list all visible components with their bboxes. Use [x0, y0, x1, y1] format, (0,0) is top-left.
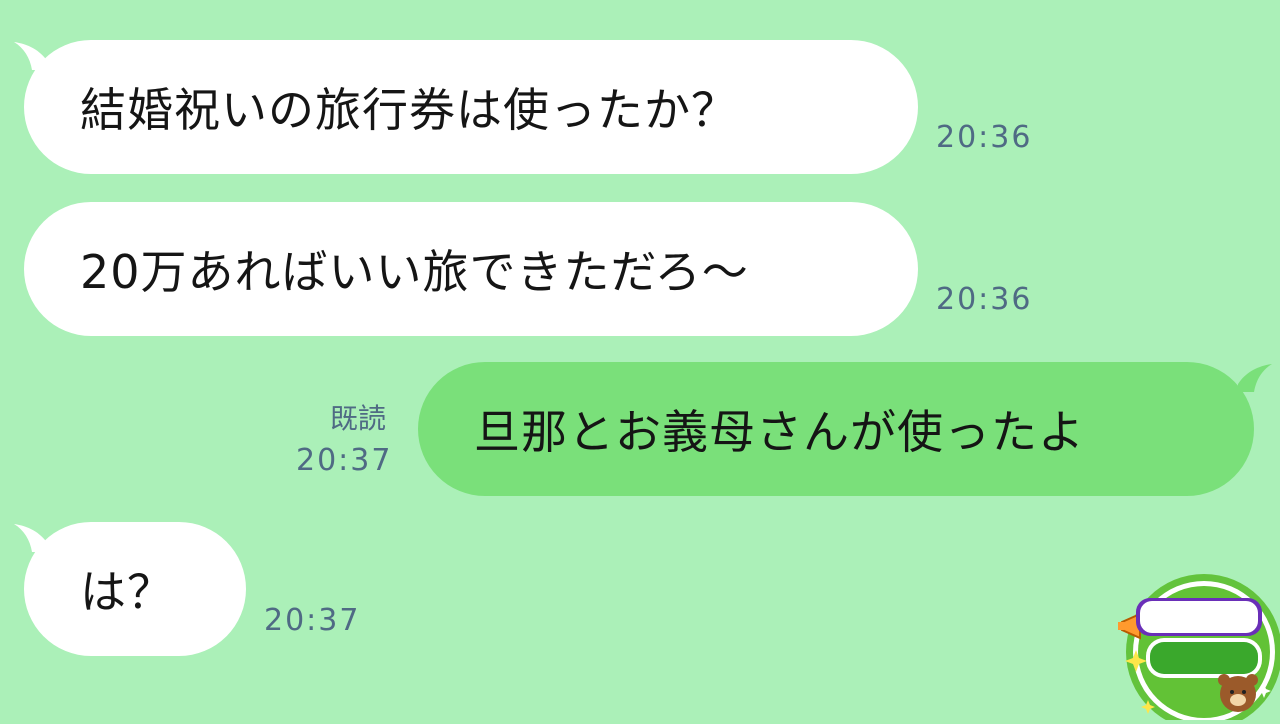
message-text: 旦那とお義母さんが使ったよ: [474, 405, 1085, 459]
message-text: 結婚祝いの旅行券は使ったか？: [80, 83, 738, 137]
message-timestamp: 20:37: [264, 603, 361, 638]
message-bubble-incoming[interactable]: は？: [24, 522, 246, 656]
message-bubble-incoming[interactable]: 20万あればいい旅できただろ〜: [24, 202, 918, 336]
message-text: は？: [80, 565, 174, 619]
message-bubble-incoming[interactable]: 結婚祝いの旅行券は使ったか？: [24, 40, 918, 174]
message-bubble-outgoing[interactable]: 旦那とお義母さんが使ったよ: [418, 362, 1254, 496]
bubble-tail: [1238, 364, 1272, 392]
message-timestamp: 20:36: [936, 282, 1033, 317]
read-receipt: 既読: [330, 402, 387, 435]
message-timestamp: 20:37: [296, 443, 393, 478]
chat-area: 結婚祝いの旅行券は使ったか？ 20:36 20万あればいい旅できただろ〜 20:…: [0, 0, 1280, 720]
message-timestamp: 20:36: [936, 120, 1033, 155]
message-text: 20万あればいい旅できただろ〜: [80, 245, 749, 299]
topic-line-logo: [1118, 572, 1280, 724]
